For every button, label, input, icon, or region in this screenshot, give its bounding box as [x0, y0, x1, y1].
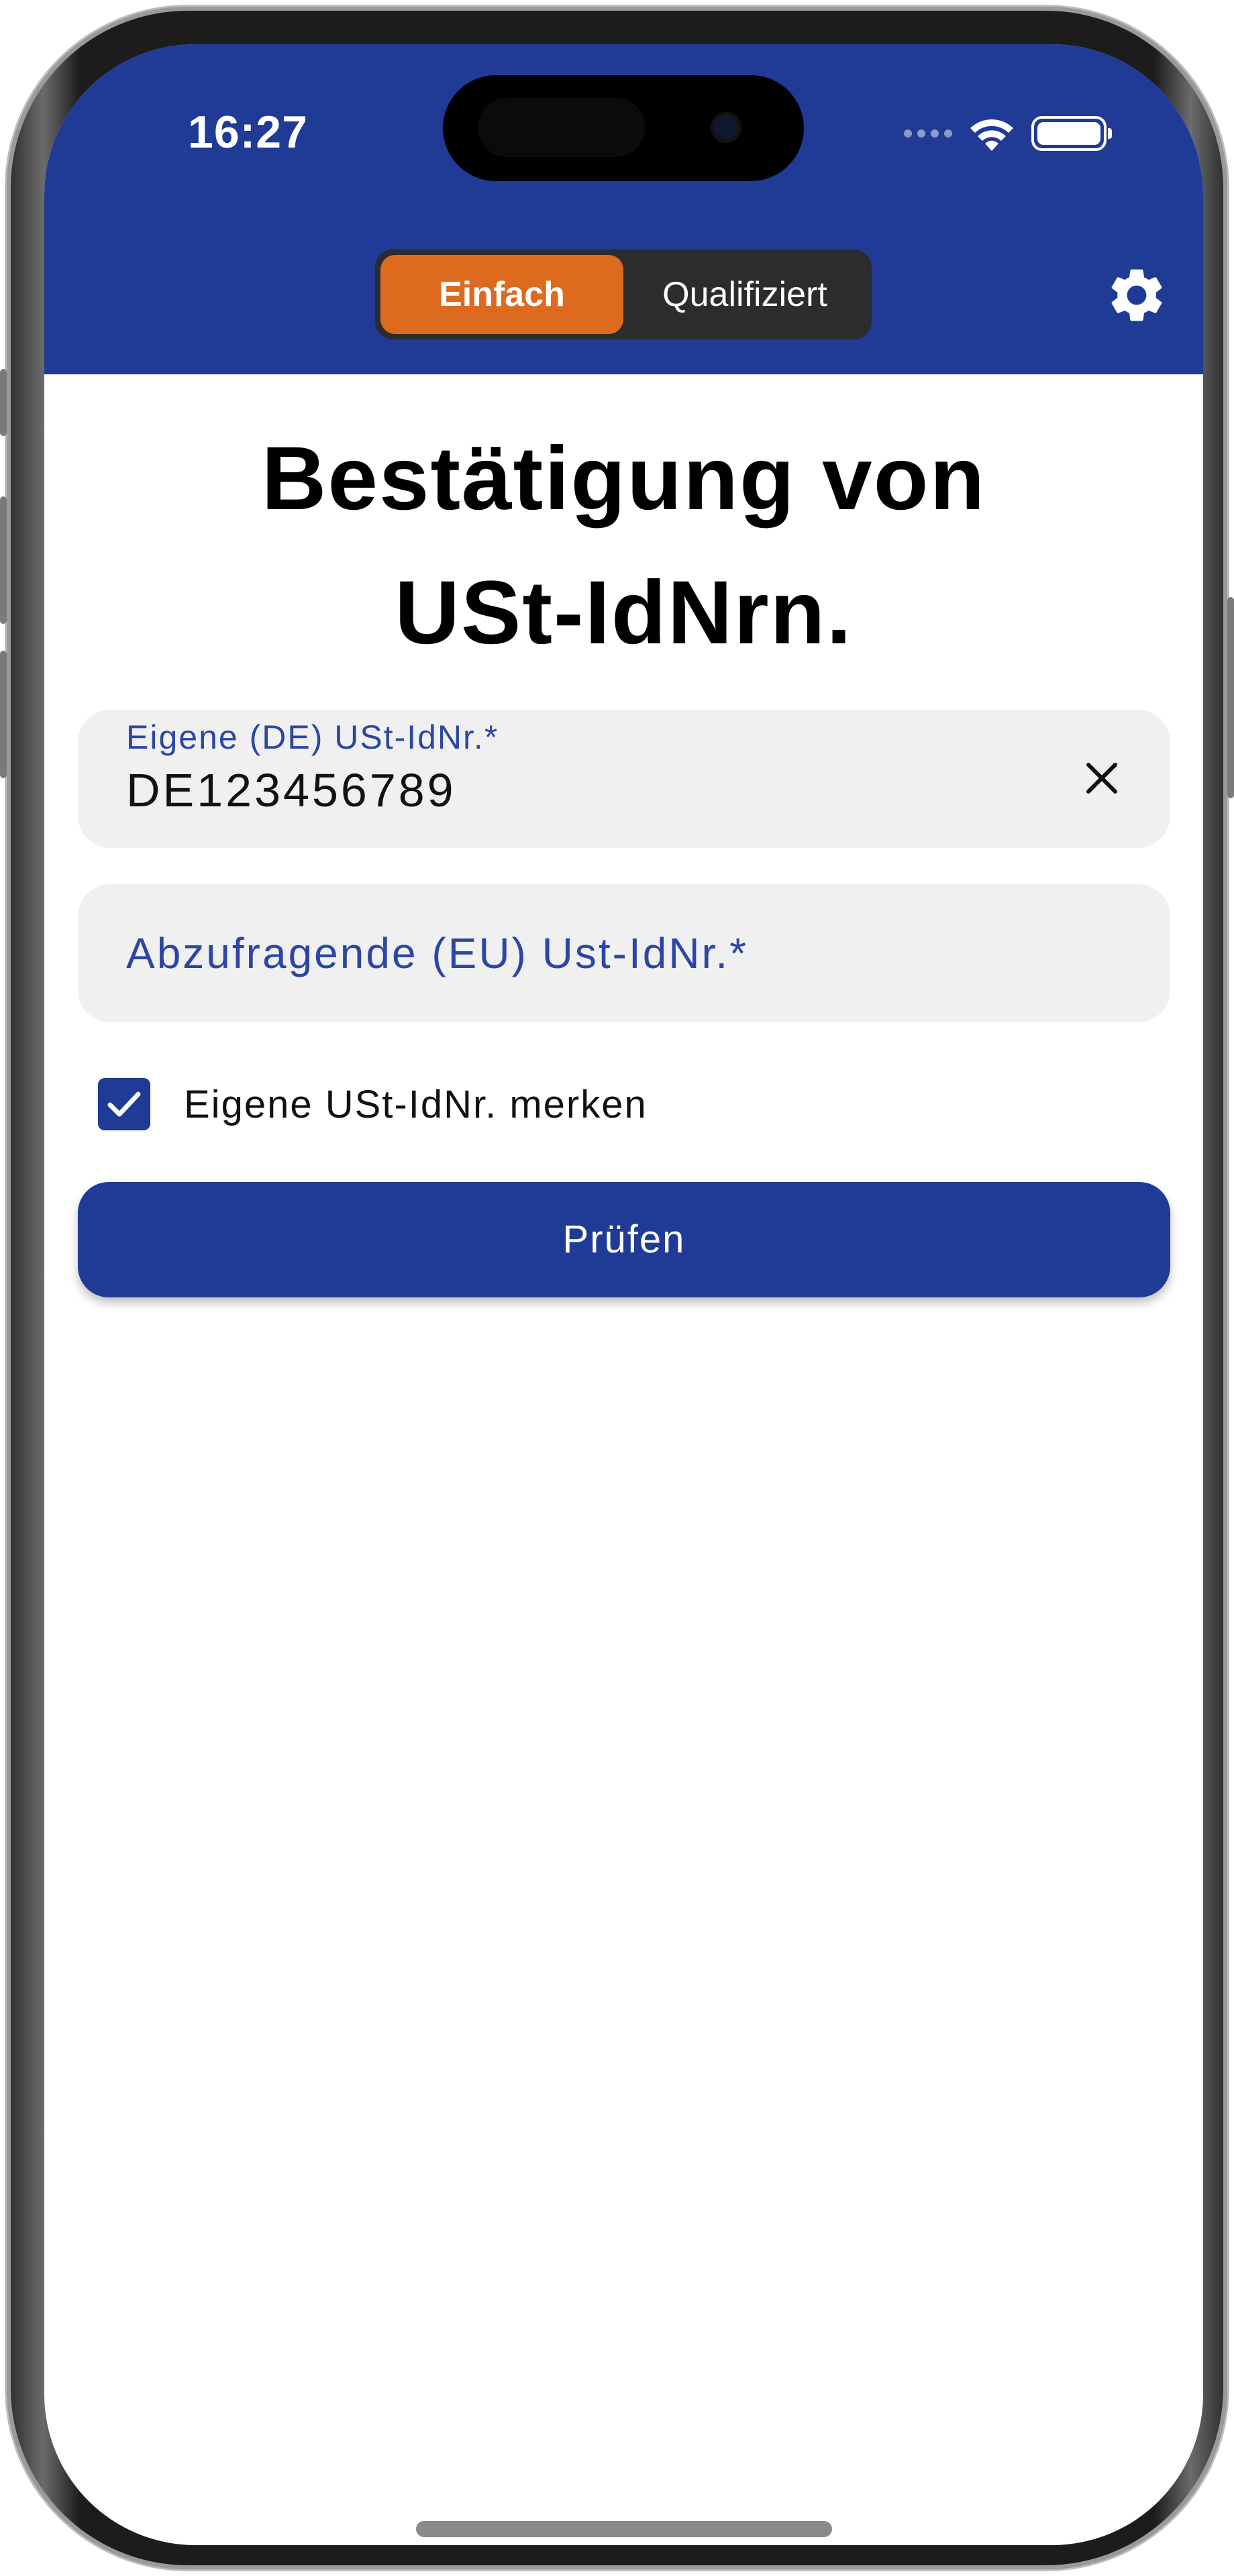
status-time: 16:27: [188, 107, 308, 158]
screen: 16:27 Einfach Qualifiziert Bestätigung v…: [44, 44, 1203, 2545]
phone-frame: 16:27 Einfach Qualifiziert Bestätigung v…: [0, 7, 1234, 2569]
home-indicator[interactable]: [416, 2521, 832, 2537]
segment-qualifiziert[interactable]: Qualifiziert: [623, 255, 866, 334]
query-vat-id-placeholder: Abzufragende (EU) Ust-IdNr.*: [126, 929, 748, 977]
own-vat-id-input[interactable]: [126, 763, 998, 817]
checkmark-icon: [107, 1091, 141, 1117]
volume-up-button: [0, 496, 7, 624]
remember-vat-id-label: Eigene USt-IdNr. merken: [184, 1082, 648, 1126]
gear-icon[interactable]: [1104, 263, 1169, 327]
page-title-line-2: USt-IdNrn.: [395, 563, 853, 663]
page-title-line-1: Bestätigung von: [261, 429, 986, 529]
mode-segmented-control: Einfach Qualifiziert: [375, 250, 872, 339]
own-vat-id-label: Eigene (DE) USt-IdNr.*: [126, 718, 499, 756]
wifi-icon: [967, 115, 1017, 152]
power-button: [1227, 597, 1234, 798]
front-camera: [714, 115, 738, 140]
cellular-signal-icon: [904, 129, 952, 138]
remember-vat-id-checkbox[interactable]: [98, 1078, 150, 1130]
check-button[interactable]: Prüfen: [78, 1182, 1170, 1297]
dynamic-island: [443, 75, 804, 181]
query-vat-id-field[interactable]: Abzufragende (EU) Ust-IdNr.*: [78, 884, 1170, 1022]
own-vat-id-field[interactable]: Eigene (DE) USt-IdNr.*: [78, 710, 1170, 848]
close-icon[interactable]: [1082, 758, 1122, 798]
page-title: Bestätigung von USt-IdNrn.: [44, 412, 1203, 680]
remember-vat-id-row[interactable]: Eigene USt-IdNr. merken: [98, 1071, 648, 1138]
app-header: 16:27 Einfach Qualifiziert: [44, 44, 1203, 374]
status-indicators: [904, 110, 1112, 157]
volume-down-button: [0, 651, 7, 778]
battery-icon: [1031, 116, 1112, 151]
segment-einfach[interactable]: Einfach: [380, 255, 623, 334]
action-button: [0, 369, 7, 436]
